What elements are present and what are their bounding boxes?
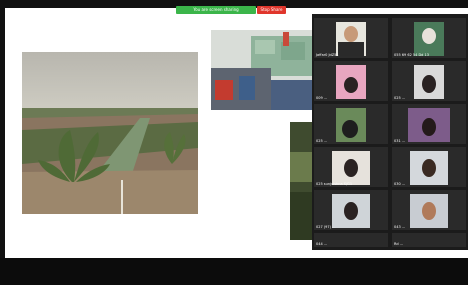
- market-photo: [211, 30, 313, 110]
- participant-name: 009 ...: [316, 96, 328, 100]
- participant-name: 043 ...: [394, 225, 406, 229]
- participant-gallery: Jaffar0 JdZ51 055 69 62 54 Dd 13 009 ...…: [312, 14, 468, 250]
- participant-tile[interactable]: 009 ...: [314, 61, 388, 101]
- participant-name: 025 sunjuishna S/G1: [316, 182, 353, 186]
- participant-tile[interactable]: 025 ...: [392, 61, 466, 101]
- stop-share-button[interactable]: Stop Share: [257, 6, 286, 14]
- participant-name: 030 ...: [394, 182, 406, 186]
- participant-tile[interactable]: 044 ...: [314, 233, 388, 247]
- participant-name: Jaffar0 JdZ51: [316, 53, 339, 57]
- participant-tile[interactable]: Jaffar0 JdZ51: [314, 18, 388, 58]
- participant-name: 031 ...: [394, 139, 406, 143]
- participant-name: 025 ...: [316, 139, 328, 143]
- participant-tile[interactable]: 025 sunjuishna S/G1: [314, 147, 388, 187]
- screen-sharing-indicator[interactable]: You are screen sharing: [176, 6, 256, 14]
- participant-name: 044 ...: [316, 242, 328, 246]
- participant-name: Rd ...: [394, 242, 404, 246]
- bottom-bar: [0, 258, 468, 285]
- participant-name: 027 (97) ...: [316, 225, 336, 229]
- participant-tile[interactable]: 030 ...: [392, 147, 466, 187]
- participant-tile[interactable]: 025 ...: [314, 104, 388, 144]
- participant-tile[interactable]: 027 (97) ...: [314, 190, 388, 230]
- canal-photo: [22, 52, 198, 214]
- participant-tile[interactable]: Rd ...: [392, 233, 466, 247]
- participant-name: 055 69 62 54 Dd 13: [394, 53, 429, 57]
- participant-tile[interactable]: 055 69 62 54 Dd 13: [392, 18, 466, 58]
- participant-name: 025 ...: [394, 96, 406, 100]
- left-edge: [0, 8, 5, 258]
- participant-tile[interactable]: 043 ...: [392, 190, 466, 230]
- participant-tile[interactable]: 031 ...: [392, 104, 466, 144]
